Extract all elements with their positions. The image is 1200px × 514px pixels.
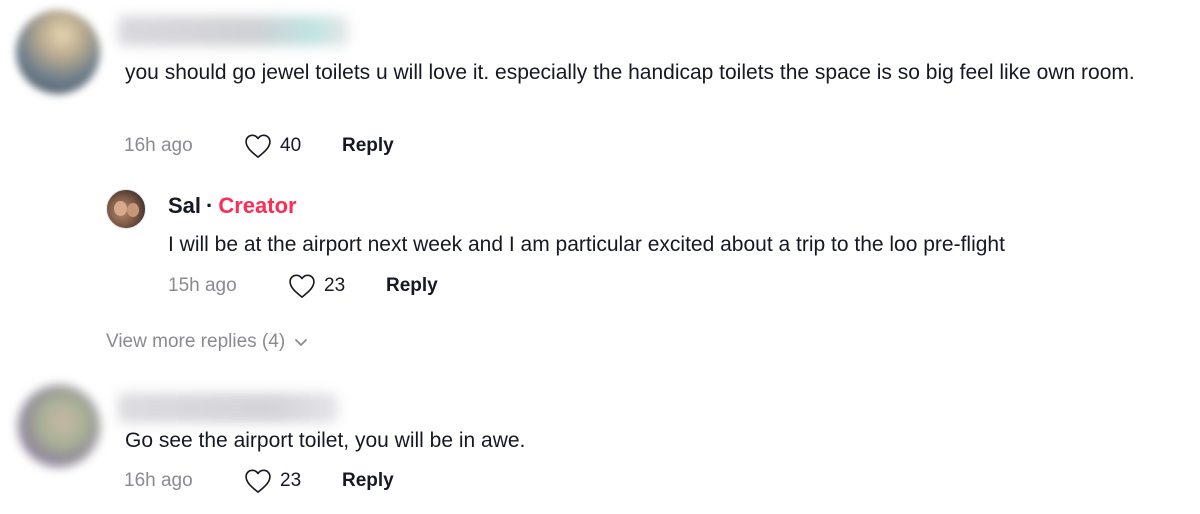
heart-outline-icon	[245, 134, 271, 158]
creator-badge: Creator	[218, 193, 297, 218]
like-button[interactable]: 23	[244, 468, 342, 494]
heart-outline-icon	[289, 274, 315, 298]
creator-avatar[interactable]	[106, 189, 146, 229]
view-more-replies-button[interactable]: View more replies (4)	[106, 331, 309, 353]
like-count: 23	[280, 470, 302, 491]
comment-text: Go see the airport toilet, you will be i…	[125, 429, 526, 452]
commenter-avatar[interactable]	[18, 385, 100, 467]
comment-text: you should go jewel toilets u will love …	[125, 61, 1135, 84]
reply-text: I will be at the airport next week and I…	[168, 233, 1005, 256]
view-more-replies-label: View more replies (4)	[106, 331, 286, 352]
chevron-down-icon	[295, 339, 308, 346]
reply-author-line: Sal · Creator	[168, 193, 297, 219]
separator-dot: ·	[206, 193, 214, 218]
commenter-username-redacted[interactable]	[118, 16, 348, 46]
reply-button[interactable]: Reply	[342, 470, 394, 492]
like-button[interactable]: 23	[288, 273, 386, 299]
reply-timestamp: 15h ago	[168, 275, 237, 296]
comment-meta: 16h ago 40 Reply	[124, 133, 394, 159]
comment-meta: 16h ago 23 Reply	[124, 468, 394, 494]
commenter-avatar[interactable]	[16, 10, 100, 94]
comment-timestamp: 16h ago	[124, 135, 193, 156]
reply-author-name[interactable]: Sal	[168, 193, 201, 219]
avatar-face	[114, 201, 127, 216]
avatar-face	[127, 203, 139, 217]
reply-button[interactable]: Reply	[342, 135, 394, 157]
comment-timestamp: 16h ago	[124, 470, 193, 491]
commenter-username-redacted[interactable]	[118, 393, 338, 423]
like-count: 40	[280, 135, 302, 156]
reply-meta: 15h ago 23 Reply	[168, 273, 438, 299]
heart-outline-icon	[245, 469, 271, 493]
like-button[interactable]: 40	[244, 133, 342, 159]
reply-button[interactable]: Reply	[386, 275, 438, 297]
like-count: 23	[324, 275, 346, 296]
